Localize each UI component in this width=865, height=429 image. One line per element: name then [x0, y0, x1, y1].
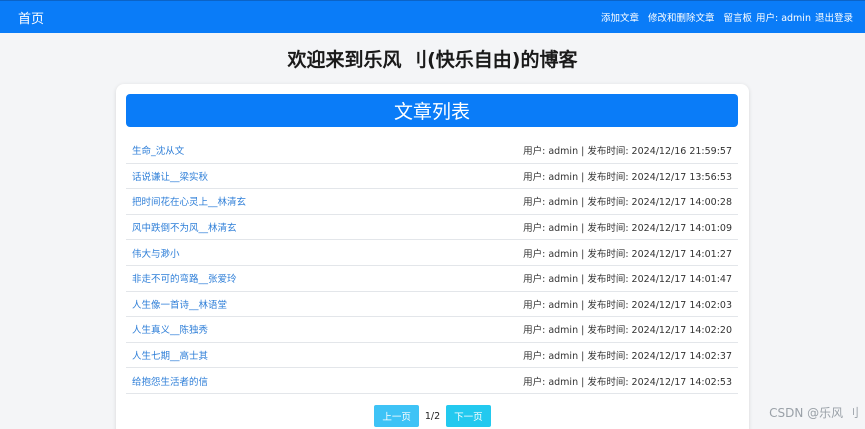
article-meta: 用户: admin | 发布时间: 2024/12/17 14:01:09: [523, 223, 732, 235]
next-page-button[interactable]: 下一页: [446, 405, 491, 427]
table-row: 风中跌倒不为风__林清玄 用户: admin | 发布时间: 2024/12/17…: [126, 215, 738, 241]
article-title-link[interactable]: 把时间花在心灵上__林清玄: [132, 194, 246, 208]
watermark: CSDN @乐风 刂: [769, 406, 859, 420]
table-row: 话说谦让__梁实秋 用户: admin | 发布时间: 2024/12/17 13…: [126, 164, 738, 190]
article-title-link[interactable]: 人生真义__陈独秀: [132, 322, 208, 336]
nav-add-article-link[interactable]: 添加文章: [601, 10, 639, 24]
table-row: 生命_沈从文 用户: admin | 发布时间: 2024/12/16 21:59…: [126, 138, 738, 164]
page-indicator: 1/2: [424, 410, 441, 422]
nav-logout-link[interactable]: 退出登录: [815, 10, 853, 24]
page-title: 欢迎来到乐风 刂(快乐自由)的博客: [287, 49, 578, 71]
nav-home-link[interactable]: 首页: [18, 8, 44, 27]
article-meta: 用户: admin | 发布时间: 2024/12/17 14:02:20: [523, 325, 732, 337]
article-list: 生命_沈从文 用户: admin | 发布时间: 2024/12/16 21:59…: [126, 138, 738, 394]
article-meta: 用户: admin | 发布时间: 2024/12/16 21:59:57: [523, 146, 732, 158]
article-title-link[interactable]: 人生七期__高士其: [132, 348, 208, 362]
article-meta: 用户: admin | 发布时间: 2024/12/17 13:56:53: [523, 171, 732, 183]
pagination: 上一页 1/2 下一页: [116, 405, 749, 427]
prev-page-button[interactable]: 上一页: [374, 405, 419, 427]
nav-links: 添加文章 修改和删除文章 留言板 用户: admin 退出登录: [601, 10, 853, 24]
article-title-link[interactable]: 话说谦让__梁实秋: [132, 169, 208, 183]
table-row: 人生像一首诗__林语堂 用户: admin | 发布时间: 2024/12/17 …: [126, 292, 738, 318]
table-row: 伟大与渺小 用户: admin | 发布时间: 2024/12/17 14:01:…: [126, 240, 738, 266]
article-meta: 用户: admin | 发布时间: 2024/12/17 14:02:03: [523, 299, 732, 311]
article-title-link[interactable]: 生命_沈从文: [132, 143, 184, 157]
article-meta: 用户: admin | 发布时间: 2024/12/17 14:02:37: [523, 351, 732, 363]
nav-message-board-link[interactable]: 留言板: [723, 10, 752, 24]
table-row: 把时间花在心灵上__林清玄 用户: admin | 发布时间: 2024/12/1…: [126, 189, 738, 215]
article-meta: 用户: admin | 发布时间: 2024/12/17 14:01:27: [523, 248, 732, 260]
nav-user-label: 用户: admin: [755, 13, 811, 24]
article-meta: 用户: admin | 发布时间: 2024/12/17 14:00:28: [523, 197, 732, 209]
article-meta: 用户: admin | 发布时间: 2024/12/17 14:01:47: [523, 274, 732, 286]
table-row: 人生七期__高士其 用户: admin | 发布时间: 2024/12/17 14…: [126, 343, 738, 369]
table-row: 给抱怨生活者的信 用户: admin | 发布时间: 2024/12/17 14:…: [126, 368, 738, 394]
article-meta: 用户: admin | 发布时间: 2024/12/17 14:02:53: [523, 376, 732, 388]
nav-edit-delete-link[interactable]: 修改和删除文章: [648, 10, 715, 24]
navbar: 首页 添加文章 修改和删除文章 留言板 用户: admin 退出登录: [0, 0, 865, 33]
table-row: 人生真义__陈独秀 用户: admin | 发布时间: 2024/12/17 14…: [126, 317, 738, 343]
article-title-link[interactable]: 给抱怨生活者的信: [132, 374, 208, 388]
article-title-link[interactable]: 伟大与渺小: [132, 246, 180, 260]
nav-user-group: 留言板 用户: admin 退出登录: [723, 10, 853, 24]
article-title-link[interactable]: 风中跌倒不为风__林清玄: [132, 220, 237, 234]
article-title-link[interactable]: 人生像一首诗__林语堂: [132, 297, 227, 311]
card-title: 文章列表: [126, 94, 738, 127]
article-list-card: 文章列表 生命_沈从文 用户: admin | 发布时间: 2024/12/16 …: [116, 84, 749, 429]
article-title-link[interactable]: 非走不可的弯路__张爱玲: [132, 271, 237, 285]
table-row: 非走不可的弯路__张爱玲 用户: admin | 发布时间: 2024/12/17…: [126, 266, 738, 292]
